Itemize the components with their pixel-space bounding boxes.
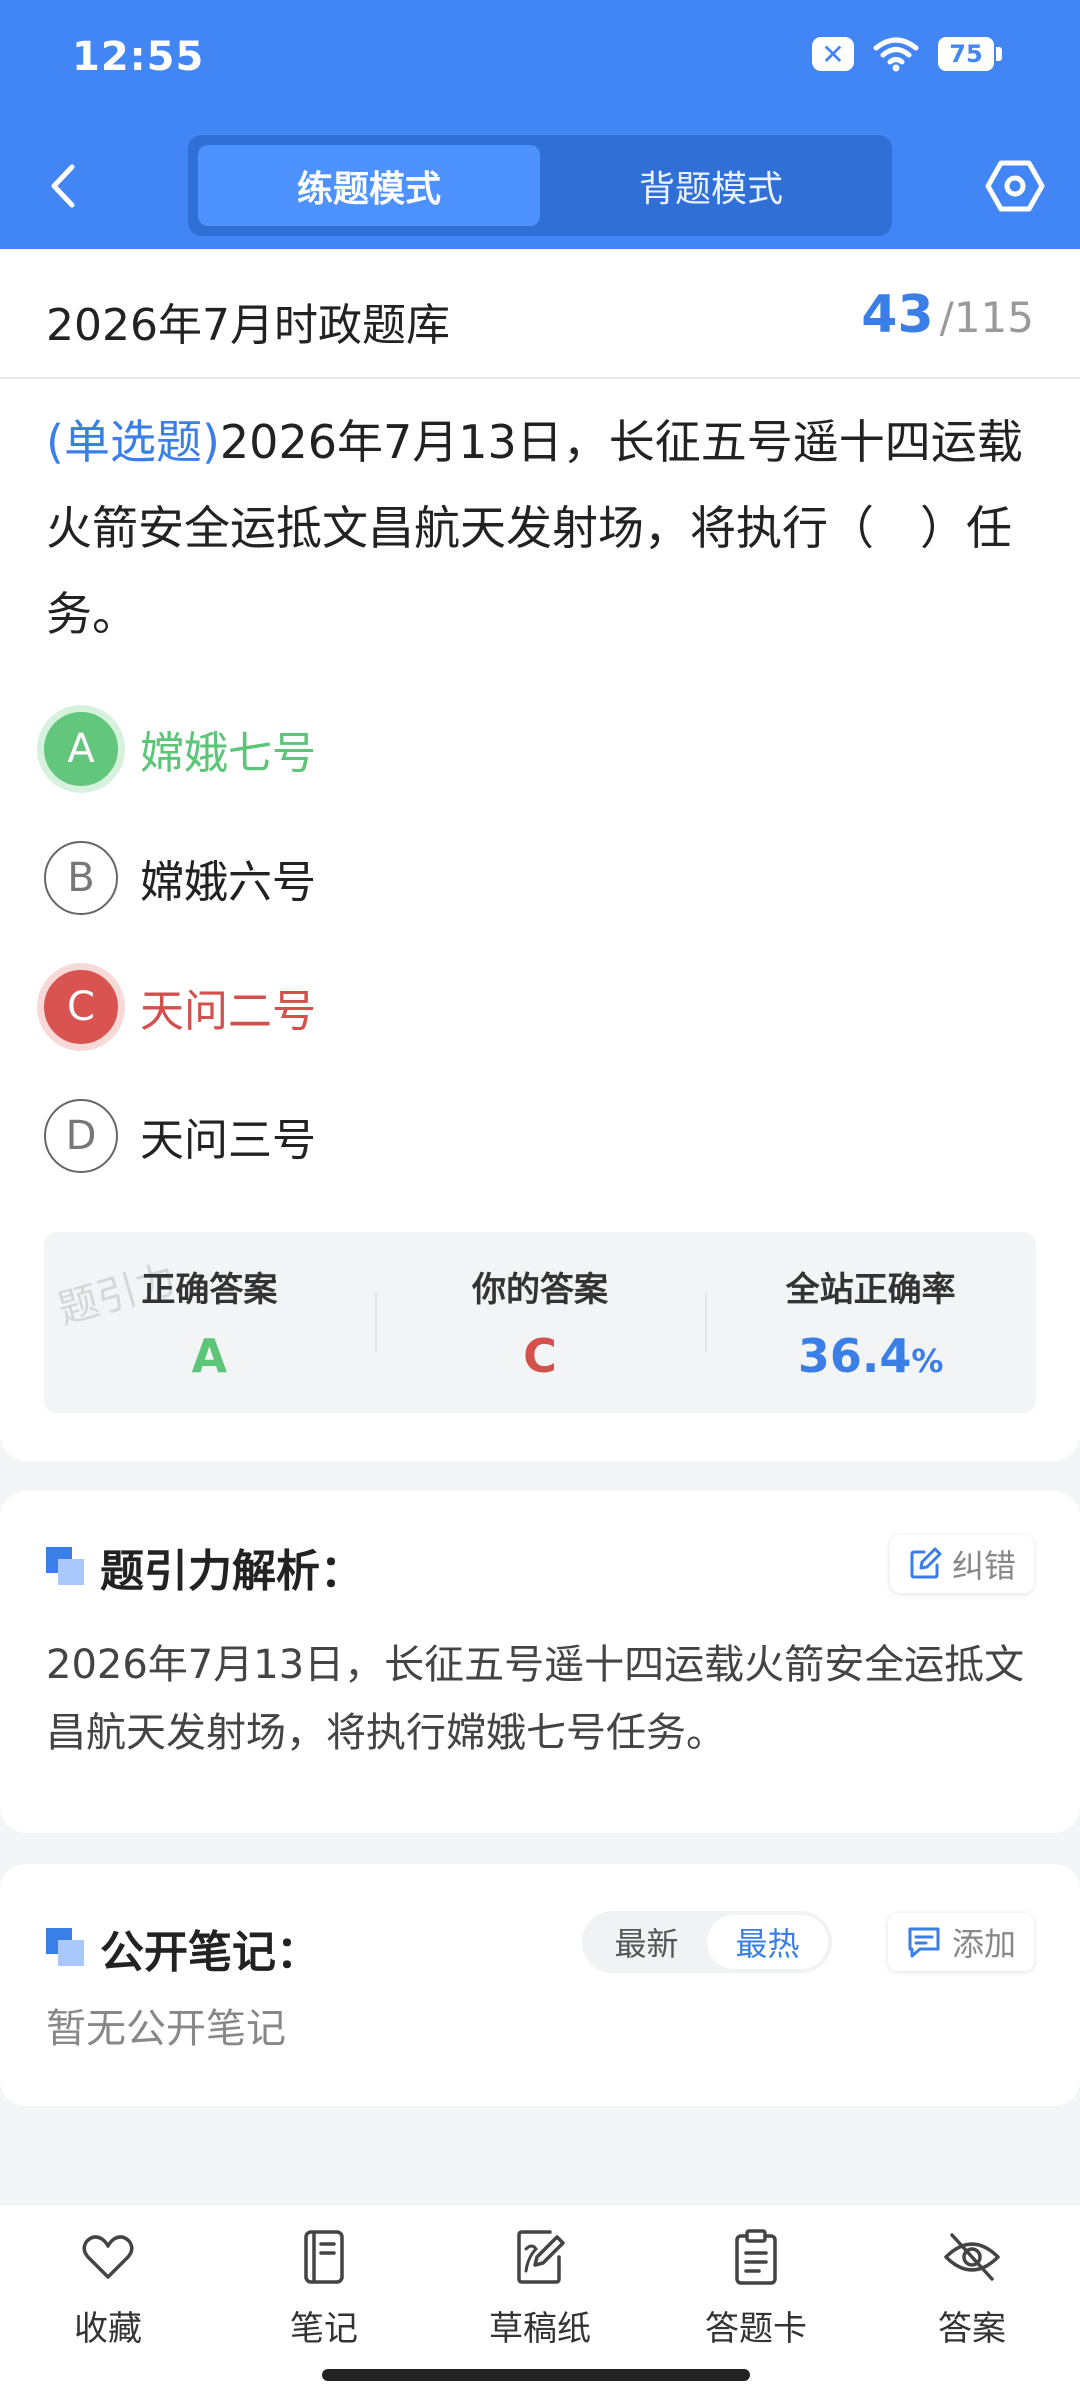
wifi-icon (873, 37, 919, 72)
question-stem: (单选题)2026年7月13日，长征五号遥十四运载火箭安全运抵文昌航天发射场，将… (46, 399, 1036, 657)
sort-latest[interactable]: 最新 (586, 1915, 707, 1969)
nav-answer-label: 答案 (938, 2309, 1006, 2349)
option-d-text: 天问三号 (140, 1115, 316, 1166)
add-note-button[interactable]: 添加 (887, 1913, 1034, 1971)
top-header: 12:55 ✕ 75 练题模式 背题模式 (0, 0, 1080, 249)
analysis-text: 2026年7月13日，长征五号遥十四运载火箭安全运抵文昌航天发射场，将执行嫦娥七… (46, 1642, 1025, 1756)
nav-answer-sheet[interactable]: 答题卡 (676, 2227, 836, 2350)
option-b[interactable]: B 嫦娥六号 (44, 840, 944, 916)
accuracy-rate-label: 全站正确率 (785, 1270, 956, 1310)
total-questions: 115 (953, 293, 1034, 342)
option-a-text: 嫦娥七号 (140, 728, 316, 779)
chevron-left-icon (51, 164, 75, 208)
question-card: 2026年7月时政题库 43/115 (单选题)2026年7月13日，长征五号遥… (0, 249, 1080, 1461)
report-error-button[interactable]: 纠错 (889, 1535, 1034, 1593)
notebook-icon (304, 2230, 344, 2284)
tab-practice-mode[interactable]: 练题模式 (198, 145, 540, 226)
status-time: 12:55 (72, 34, 205, 80)
settings-hexagon-icon (985, 160, 1045, 212)
accuracy-rate-col: 全站正确率 36.4% (705, 1232, 1036, 1413)
report-error-label: 纠错 (951, 1547, 1016, 1585)
notes-title: 公开笔记： (100, 1927, 320, 1978)
option-a-letter: A (44, 712, 118, 786)
section-mark-icon (46, 1928, 86, 1968)
notification-x-icon: ✕ (812, 37, 854, 71)
option-c-letter: C (44, 970, 118, 1044)
nav-notes-label: 笔记 (290, 2309, 358, 2349)
battery-icon: 75 (938, 37, 1002, 71)
heart-icon (82, 2235, 134, 2279)
edit-icon (910, 1547, 942, 1579)
nav-favorite[interactable]: 收藏 (28, 2227, 188, 2350)
correct-answer-col: 正确答案 A (44, 1232, 375, 1413)
add-note-label: 添加 (951, 1925, 1016, 1963)
mode-switch: 练题模式 背题模式 (188, 135, 892, 236)
question-bank-row: 2026年7月时政题库 43/115 (0, 249, 1080, 379)
correct-answer-label: 正确答案 (141, 1270, 278, 1310)
section-mark-icon (46, 1547, 86, 1587)
nav-notes[interactable]: 笔记 (244, 2227, 404, 2350)
option-b-text: 嫦娥六号 (140, 857, 316, 908)
nav-answer-sheet-label: 答题卡 (705, 2309, 807, 2349)
analysis-header: 题引力解析： (46, 1535, 364, 1599)
answer-summary: 题引力 正确答案 A 你的答案 C 全站正确率 36.4% (44, 1232, 1036, 1413)
current-question-number: 43 (861, 285, 934, 345)
option-b-letter: B (44, 841, 118, 915)
nav-draft-paper[interactable]: 草稿纸 (460, 2227, 620, 2350)
correct-answer-value: A (191, 1329, 228, 1383)
status-icons: ✕ 75 (812, 36, 1002, 72)
battery-level: 75 (938, 37, 994, 71)
accuracy-rate-value: 36.4% (798, 1329, 944, 1383)
option-a[interactable]: A 嫦娥七号 (44, 711, 944, 787)
clipboard-icon (735, 2229, 777, 2285)
option-d-letter: D (44, 1099, 118, 1173)
question-type: (单选题) (46, 415, 220, 469)
nav-favorite-label: 收藏 (74, 2309, 142, 2349)
question-bank-title: 2026年7月时政题库 (46, 300, 450, 351)
back-button[interactable] (38, 158, 88, 214)
option-c[interactable]: C 天问二号 (44, 969, 944, 1045)
option-c-text: 天问二号 (140, 986, 316, 1037)
eye-off-icon (944, 2233, 1000, 2281)
analysis-title: 题引力解析： (100, 1546, 364, 1597)
accuracy-rate-number: 36.4 (797, 1329, 912, 1383)
notes-empty-text: 暂无公开笔记 (46, 2006, 286, 2052)
your-answer-value: C (523, 1329, 557, 1383)
your-answer-label: 你的答案 (472, 1270, 608, 1310)
public-notes-card: 公开笔记： 最新 最热 添加 暂无公开笔记 (0, 1864, 1080, 2106)
sort-hottest[interactable]: 最热 (707, 1915, 828, 1969)
nav-answer[interactable]: 答案 (892, 2227, 1052, 2350)
notes-sort-switch: 最新 最热 (582, 1911, 832, 1973)
analysis-card: 题引力解析： 纠错 2026年7月13日，长征五号遥十四运载火箭安全运抵文昌航天… (0, 1491, 1080, 1833)
draft-paper-icon (517, 2230, 565, 2284)
accuracy-rate-unit: % (911, 1342, 944, 1380)
your-answer-col: 你的答案 C (374, 1232, 706, 1413)
question-progress: 43/115 (861, 285, 1034, 345)
settings-button[interactable] (984, 155, 1046, 217)
home-indicator (322, 2369, 750, 2381)
option-d[interactable]: D 天问三号 (44, 1098, 944, 1174)
comment-icon (908, 1927, 940, 1958)
progress-separator: / (939, 293, 954, 342)
nav-draft-paper-label: 草稿纸 (489, 2309, 591, 2349)
tab-memorize-mode[interactable]: 背题模式 (540, 145, 882, 226)
notes-header: 公开笔记： (46, 1916, 320, 1980)
bottom-nav: 收藏 笔记 草稿纸 答题卡 答案 (0, 2204, 1080, 2400)
